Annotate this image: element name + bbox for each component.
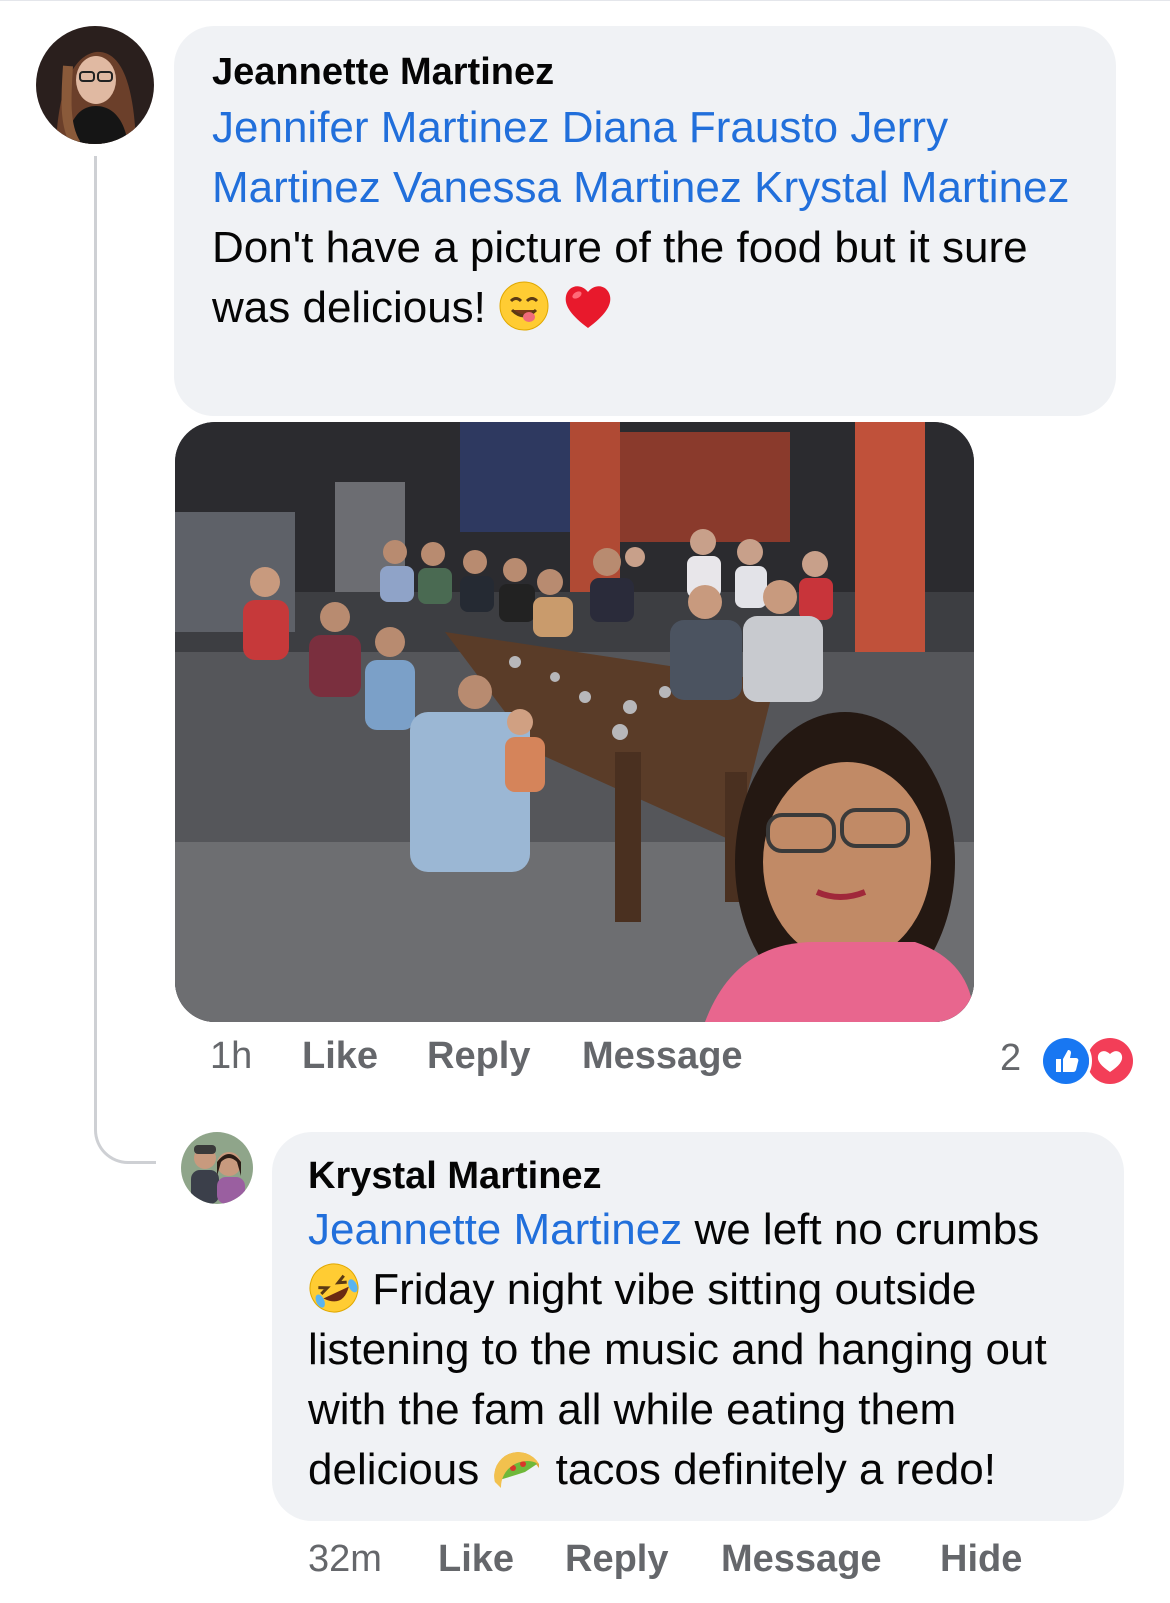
comment-body: Jennifer Martinez Diana Frausto Jerry Ma… — [212, 98, 1080, 338]
comment-attached-photo[interactable] — [175, 422, 974, 1022]
mention-link[interactable]: Krystal Martinez — [754, 163, 1069, 212]
profile-photo-icon — [36, 26, 154, 144]
taco-emoji — [491, 1442, 543, 1494]
reply-button[interactable]: Reply — [565, 1538, 668, 1581]
comment-author[interactable]: Krystal Martinez — [308, 1154, 1094, 1198]
message-button[interactable]: Message — [721, 1538, 882, 1581]
comment-text: Friday night vibe sitting outside — [360, 1265, 977, 1314]
hide-button[interactable]: Hide — [940, 1538, 1022, 1581]
comment-bubble-jeannette: Jeannette Martinez Jennifer Martinez Dia… — [174, 26, 1116, 416]
mention-link[interactable]: Vanessa Martinez — [393, 163, 742, 212]
comment-timestamp: 1h — [210, 1035, 253, 1077]
reply-button[interactable]: Reply — [427, 1035, 530, 1078]
comment-text: we left no crumbs — [682, 1205, 1040, 1254]
comment-timestamp: 32m — [308, 1538, 382, 1580]
face-savoring-food-emoji — [498, 280, 550, 332]
profile-photo-icon — [181, 1132, 253, 1204]
group-dinner-photo — [175, 422, 974, 1022]
comment-text: Don't have a picture of the food but it … — [212, 223, 1028, 332]
message-button[interactable]: Message — [582, 1035, 743, 1078]
like-button[interactable]: Like — [302, 1035, 378, 1078]
comment-text: tacos definitely a redo! — [543, 1445, 996, 1494]
mention-link[interactable]: Jennifer Martinez — [212, 103, 549, 152]
rolling-laughing-emoji — [308, 1262, 360, 1314]
like-reaction-icon — [1040, 1035, 1092, 1087]
comment2-action-bar: 32m Like Reply Message Hide — [308, 1538, 1028, 1586]
mention-link[interactable]: Jeannette Martinez — [308, 1205, 682, 1254]
avatar-jeannette[interactable] — [36, 26, 154, 144]
comment-text: listening to the music and hanging out — [308, 1325, 1047, 1374]
reply-thread-connector — [94, 156, 156, 1164]
comment-bubble-krystal: Krystal Martinez Jeannette Martinez we l… — [272, 1132, 1124, 1521]
red-heart-emoji — [562, 280, 614, 332]
comment-body: Jeannette Martinez we left no crumbs Fri… — [308, 1200, 1094, 1500]
avatar-krystal[interactable] — [181, 1132, 253, 1204]
comment-text: with the fam all while eating them — [308, 1385, 957, 1434]
mention-link[interactable]: Diana Frausto — [562, 103, 838, 152]
comment-text: delicious — [308, 1445, 480, 1494]
comment1-action-bar: 1h Like Reply Message — [210, 1035, 770, 1083]
reaction-count: 2 — [1000, 1037, 1022, 1079]
comment-author[interactable]: Jeannette Martinez — [212, 50, 1080, 94]
like-button[interactable]: Like — [438, 1538, 514, 1581]
top-divider — [0, 0, 1170, 1]
